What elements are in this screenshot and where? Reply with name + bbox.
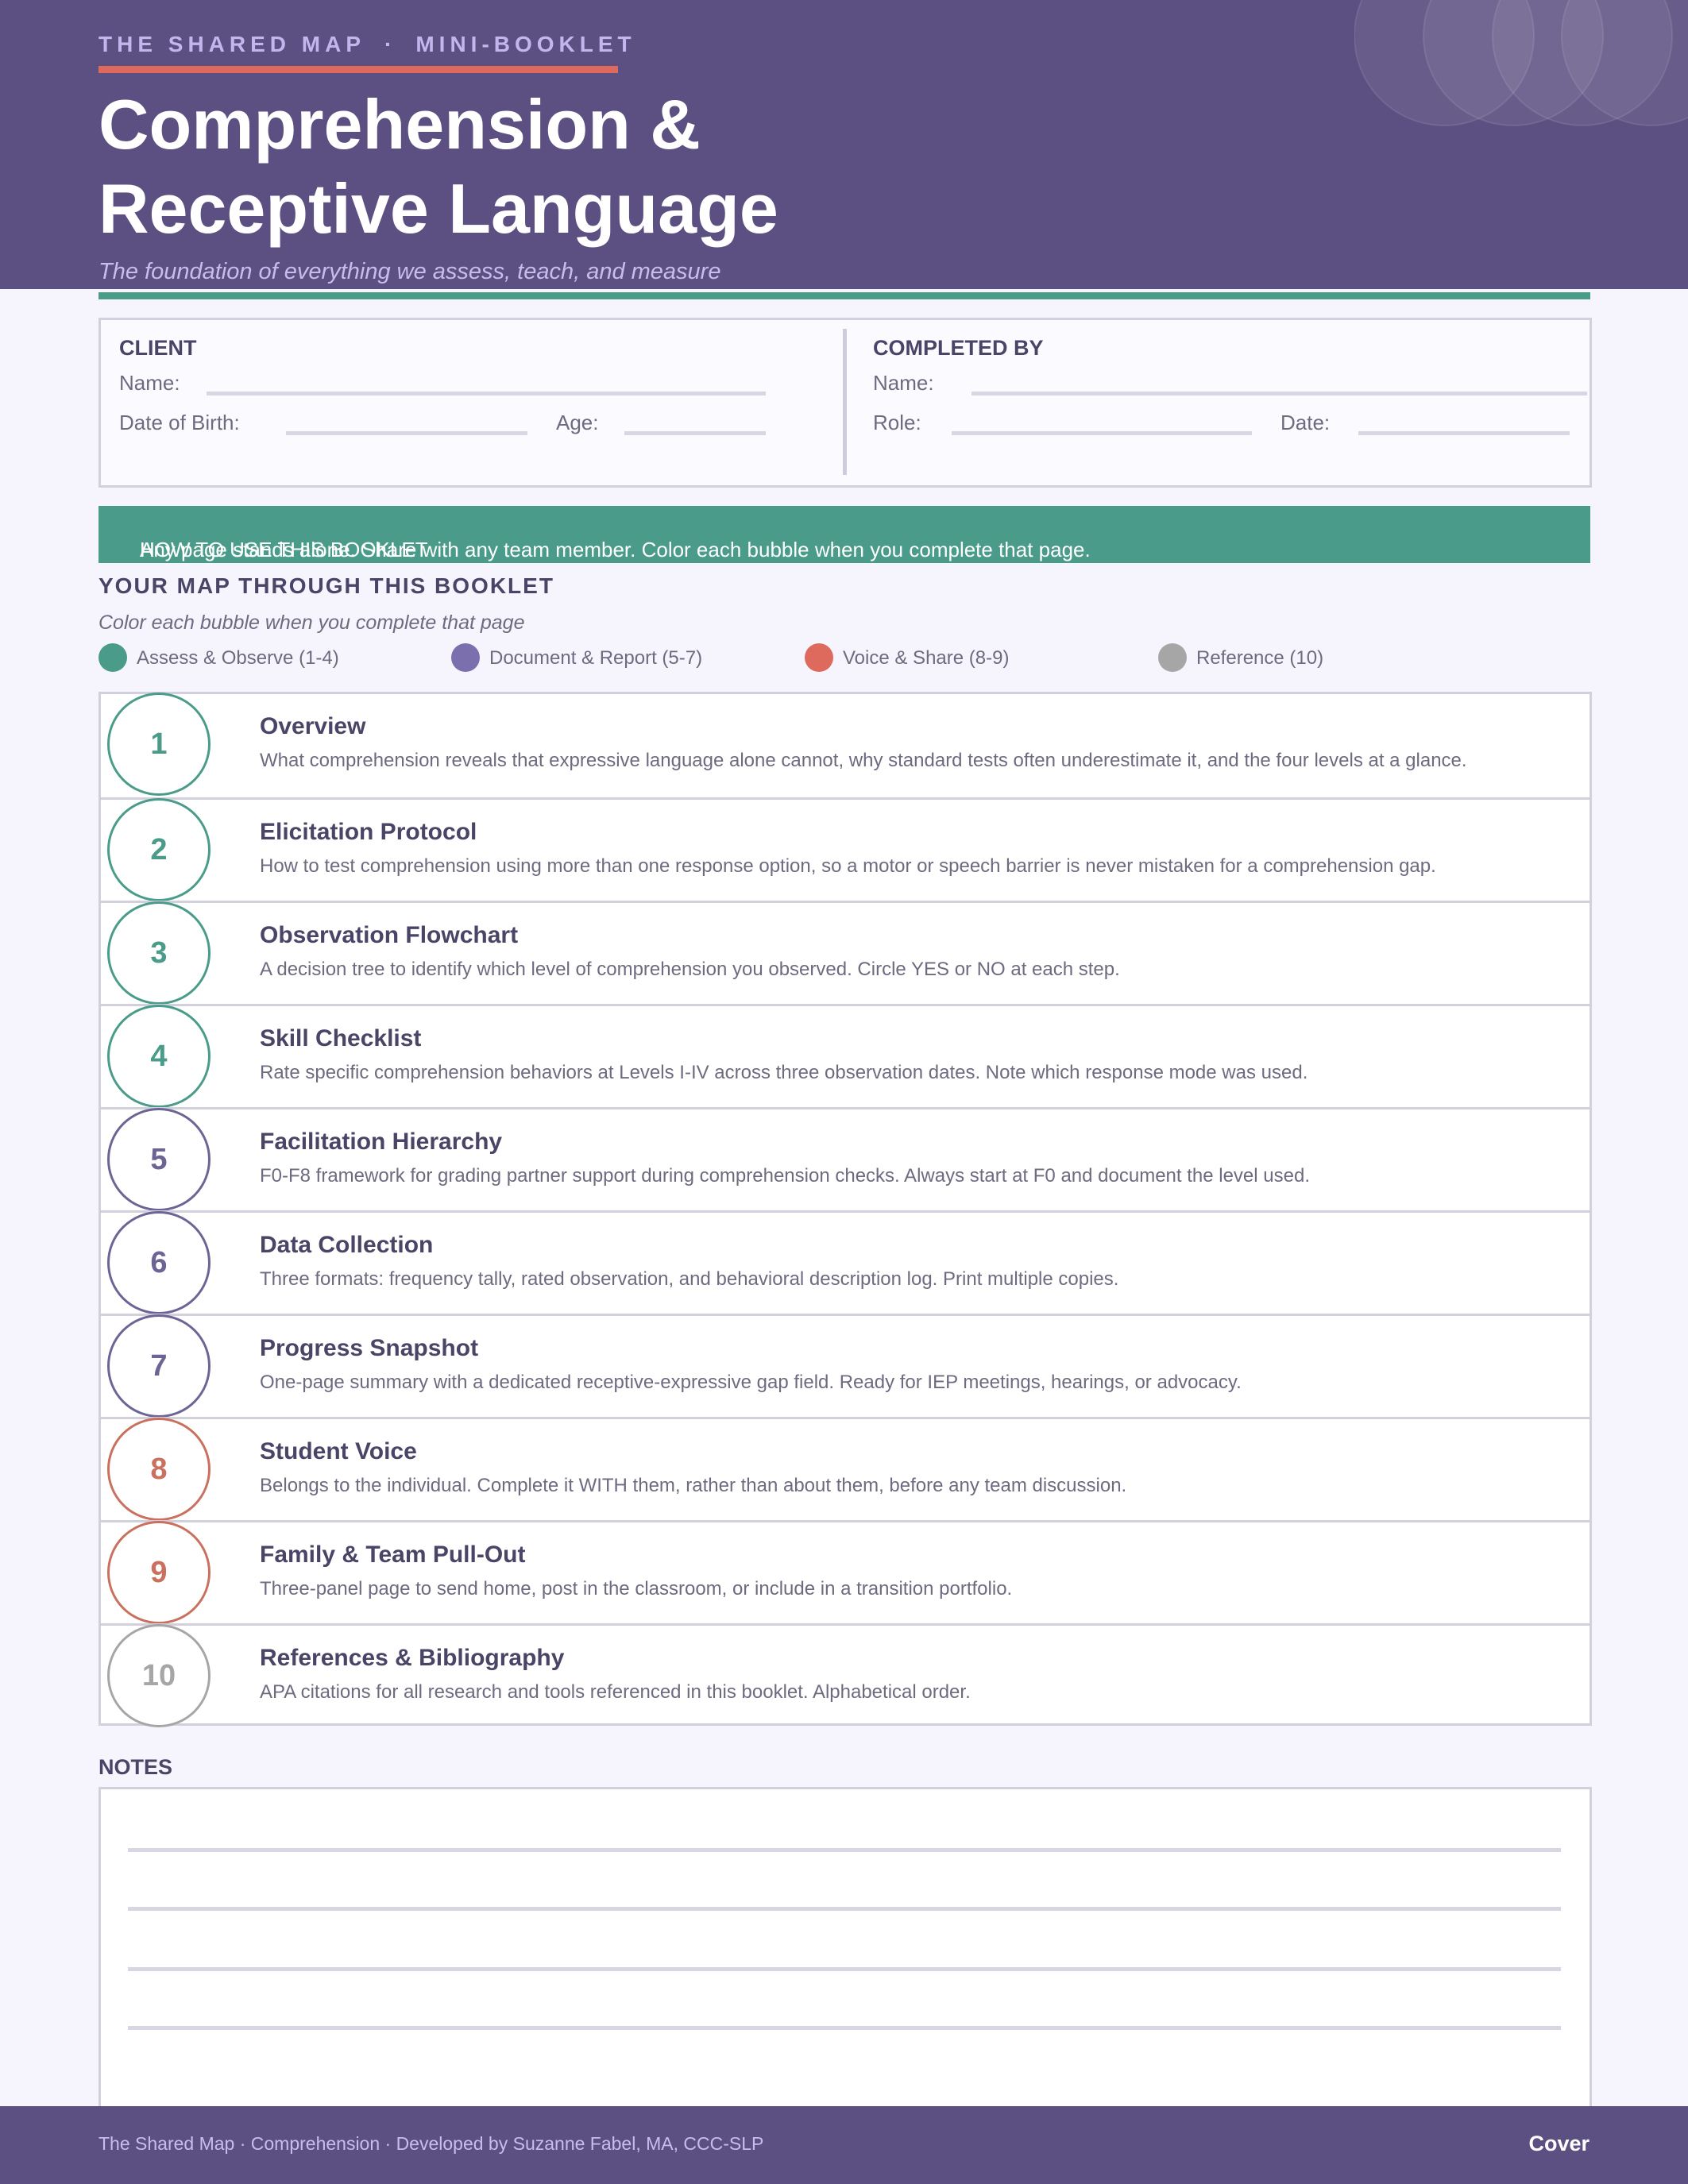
kicker-separator: · (384, 32, 397, 56)
page-desc-6: Three formats: frequency tally, rated ob… (260, 1268, 1119, 1290)
completed-by-heading: COMPLETED BY (873, 336, 1044, 360)
page-bubble-2[interactable]: 2 (107, 798, 211, 901)
how-to-text: HOW TO USE THIS BOOKLET Any page stands … (119, 522, 1091, 561)
map-row-5: 5 Facilitation Hierarchy F0-F8 framework… (101, 1107, 1590, 1213)
kicker-series: THE SHARED MAP (98, 32, 366, 56)
client-dob-field[interactable] (286, 431, 527, 435)
map-row-8: 8 Student Voice Belongs to the individua… (101, 1417, 1590, 1522)
note-line (128, 1967, 1561, 1971)
page-title-10: References & Bibliography (260, 1645, 565, 1671)
page-desc-2: How to test comprehension using more tha… (260, 855, 1436, 877)
client-dob-label: Date of Birth: (119, 411, 240, 434)
legend-label: Reference (10) (1196, 647, 1324, 669)
legend-label: Voice & Share (8-9) (843, 647, 1010, 669)
note-line (128, 1907, 1561, 1911)
notes-area[interactable] (98, 1787, 1592, 2123)
completed-by-name-label: Name: (873, 371, 934, 395)
info-form-divider (843, 329, 847, 475)
page-bubble-5[interactable]: 5 (107, 1108, 211, 1211)
note-line (128, 2026, 1561, 2030)
completed-by-date-label: Date: (1280, 411, 1331, 434)
how-to-instructions: Any page stands alone. Share with any te… (140, 538, 1091, 561)
page-bubble-9[interactable]: 9 (107, 1521, 211, 1624)
legend-dot-document (451, 643, 480, 672)
kicker-format: MINI-BOOKLET (415, 32, 636, 56)
footer-page-label: Cover (1528, 2132, 1590, 2155)
page-desc-10: APA citations for all research and tools… (260, 1681, 971, 1703)
page-map-list: 1 Overview What comprehension reveals th… (98, 692, 1592, 1729)
legend-dot-assess (98, 643, 127, 672)
series-kicker: THE SHARED MAP · MINI-BOOKLET (98, 32, 636, 57)
page-title-8: Student Voice (260, 1438, 417, 1464)
page-title-4: Skill Checklist (260, 1025, 422, 1051)
client-age-field[interactable] (624, 431, 766, 435)
note-line (128, 1848, 1561, 1852)
map-row-10: 10 References & Bibliography APA citatio… (101, 1623, 1590, 1729)
map-row-3: 3 Observation Flowchart A decision tree … (101, 901, 1590, 1006)
page-desc-9: Three-panel page to send home, post in t… (260, 1578, 1013, 1599)
title-line-1: Comprehension & (98, 85, 701, 164)
footer-credit: The Shared Map · Comprehension · Develop… (98, 2133, 764, 2154)
client-name-field[interactable] (207, 392, 766, 396)
page-desc-8: Belongs to the individual. Complete it W… (260, 1475, 1127, 1496)
page-bubble-10[interactable]: 10 (107, 1624, 211, 1727)
page-desc-5: F0-F8 framework for grading partner supp… (260, 1165, 1310, 1187)
header-banner: THE SHARED MAP · MINI-BOOKLET Comprehensio… (0, 0, 1688, 289)
page-bubble-4[interactable]: 4 (107, 1005, 211, 1108)
page-bubble-1[interactable]: 1 (107, 693, 211, 796)
legend-dot-reference (1158, 643, 1187, 672)
map-row-7: 7 Progress Snapshot One-page summary wit… (101, 1314, 1590, 1419)
page-title-9: Family & Team Pull-Out (260, 1542, 526, 1568)
page-title: Comprehension & Receptive Language (98, 83, 1052, 251)
kicker-underline (98, 66, 618, 73)
page-desc-3: A decision tree to identify which level … (260, 959, 1120, 980)
page-title-7: Progress Snapshot (260, 1335, 479, 1361)
page-title-3: Observation Flowchart (260, 922, 519, 948)
page-bubble-6[interactable]: 6 (107, 1211, 211, 1314)
page-desc-4: Rate specific comprehension behaviors at… (260, 1062, 1308, 1083)
how-to-banner: HOW TO USE THIS BOOKLET Any page stands … (98, 506, 1590, 563)
client-heading: CLIENT (119, 336, 197, 360)
map-title: YOUR MAP THROUGH THIS BOOKLET (98, 573, 554, 598)
client-age-label: Age: (556, 411, 599, 434)
decorative-circles (1354, 0, 1688, 126)
map-row-9: 9 Family & Team Pull-Out Three-panel pag… (101, 1520, 1590, 1626)
map-subtitle: Color each bubble when you complete that… (98, 612, 525, 634)
notes-heading: NOTES (98, 1755, 173, 1779)
page-bubble-7[interactable]: 7 (107, 1314, 211, 1418)
legend-label: Assess & Observe (1-4) (137, 647, 339, 669)
footer-bar: The Shared Map · Comprehension · Develop… (0, 2106, 1688, 2184)
page-title-2: Elicitation Protocol (260, 819, 477, 845)
page-bubble-3[interactable]: 3 (107, 901, 211, 1005)
completed-by-date-field[interactable] (1358, 431, 1570, 435)
legend-dot-voice (805, 643, 833, 672)
title-line-2: Receptive Language (98, 169, 778, 248)
header-divider (98, 292, 1590, 299)
page-title-5: Facilitation Hierarchy (260, 1129, 503, 1155)
map-row-6: 6 Data Collection Three formats: frequen… (101, 1210, 1590, 1316)
map-row-4: 4 Skill Checklist Rate specific comprehe… (101, 1004, 1590, 1109)
client-name-label: Name: (119, 371, 180, 395)
page-desc-7: One-page summary with a dedicated recept… (260, 1372, 1242, 1393)
page-desc-1: What comprehension reveals that expressi… (260, 750, 1467, 771)
page-title-1: Overview (260, 713, 366, 739)
page-title-6: Data Collection (260, 1232, 434, 1258)
completed-by-name-field[interactable] (971, 392, 1587, 396)
completed-by-role-field[interactable] (952, 431, 1252, 435)
page-bubble-8[interactable]: 8 (107, 1418, 211, 1521)
map-row-2: 2 Elicitation Protocol How to test compr… (101, 797, 1590, 903)
legend-label: Document & Report (5-7) (489, 647, 703, 669)
page-subtitle: The foundation of everything we assess, … (98, 259, 721, 284)
map-row-1: 1 Overview What comprehension reveals th… (101, 693, 1590, 797)
completed-by-role-label: Role: (873, 411, 921, 434)
